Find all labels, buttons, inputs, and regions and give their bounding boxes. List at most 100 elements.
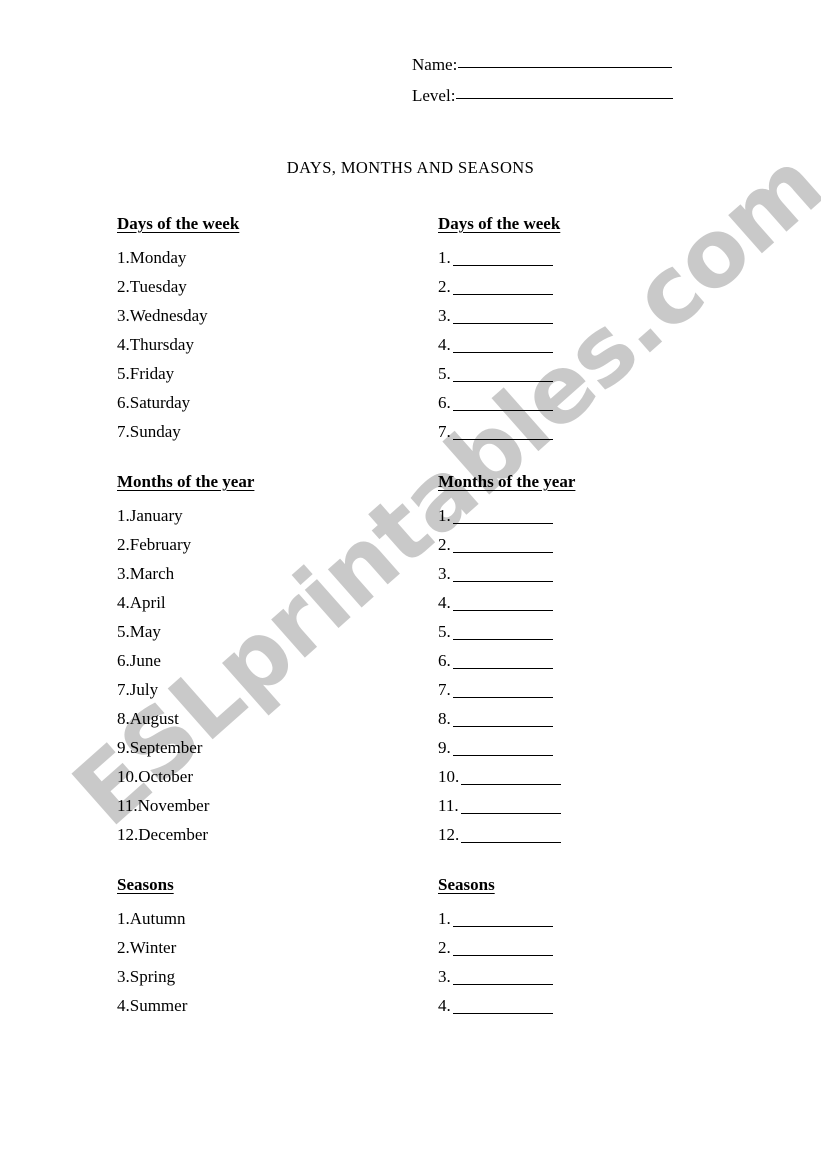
item-number: 4. xyxy=(117,593,130,612)
list-item: 4.Summer xyxy=(117,991,187,1020)
item-number: 1. xyxy=(117,248,130,267)
item-label: Winter xyxy=(129,938,177,957)
answer-input-line[interactable] xyxy=(461,842,562,843)
list-item: 3.Wednesday xyxy=(117,301,239,330)
item-number: 5. xyxy=(117,364,130,383)
list-item: 7.Sunday xyxy=(117,417,239,446)
answer-row: 10. xyxy=(438,762,575,791)
item-number: 6. xyxy=(117,651,130,670)
item-number: 1. xyxy=(117,909,130,928)
answer-row: 6. xyxy=(438,646,575,675)
answer-input-line[interactable] xyxy=(452,410,553,411)
answer-input-line[interactable] xyxy=(452,668,553,669)
answer-number: 4. xyxy=(438,996,451,1015)
item-number: 7. xyxy=(117,680,130,699)
months-list: 1.January 2.February 3.March 4.April 5.M… xyxy=(117,501,254,849)
level-input-line[interactable] xyxy=(456,98,674,99)
item-label: March xyxy=(129,564,175,583)
answer-row: 4. xyxy=(438,991,553,1020)
answer-number: 10. xyxy=(438,767,460,786)
answer-row: 11. xyxy=(438,791,575,820)
level-label: Level: xyxy=(412,86,456,105)
answer-input-line[interactable] xyxy=(452,294,553,295)
answer-input-line[interactable] xyxy=(452,352,553,353)
item-number: 4. xyxy=(117,996,130,1015)
item-label: November xyxy=(137,796,210,815)
answer-input-line[interactable] xyxy=(452,523,553,524)
answer-number: 6. xyxy=(438,651,451,670)
months-heading: Months of the year xyxy=(117,472,255,491)
answer-row: 3. xyxy=(438,559,575,588)
list-item: 2.Tuesday xyxy=(117,272,239,301)
list-item: 3.Spring xyxy=(117,962,187,991)
answer-input-line[interactable] xyxy=(452,323,553,324)
list-item: 6.June xyxy=(117,646,254,675)
section-days-reference: Days of the week 1.Monday 2.Tuesday 3.We… xyxy=(117,214,239,446)
list-item: 2.February xyxy=(117,530,254,559)
item-label: Spring xyxy=(129,967,176,986)
answer-input-line[interactable] xyxy=(452,581,553,582)
answer-row: 2. xyxy=(438,530,575,559)
item-label: Autumn xyxy=(129,909,186,928)
item-label: Sunday xyxy=(129,422,181,441)
answer-row: 7. xyxy=(438,417,560,446)
answer-number: 4. xyxy=(438,335,451,354)
item-number: 9. xyxy=(117,738,130,757)
name-input-line[interactable] xyxy=(458,67,673,68)
list-item: 9.September xyxy=(117,733,254,762)
answer-input-line[interactable] xyxy=(452,726,553,727)
answer-number: 7. xyxy=(438,680,451,699)
item-number: 5. xyxy=(117,622,130,641)
list-item: 3.March xyxy=(117,559,254,588)
item-number: 6. xyxy=(117,393,130,412)
list-item: 5.May xyxy=(117,617,254,646)
answer-number: 7. xyxy=(438,422,451,441)
item-label: Thursday xyxy=(129,335,194,354)
worksheet-title: DAYS, MONTHS AND SEASONS xyxy=(286,158,535,177)
answer-row: 7. xyxy=(438,675,575,704)
answer-number: 3. xyxy=(438,564,451,583)
answer-number: 11. xyxy=(438,796,459,815)
days-answer-list: 1. 2. 3. 4. 5. 6. 7. xyxy=(438,243,560,446)
answer-number: 1. xyxy=(438,506,451,525)
answer-input-line[interactable] xyxy=(452,984,553,985)
answer-input-line[interactable] xyxy=(452,955,553,956)
item-number: 3. xyxy=(117,967,130,986)
answer-row: 3. xyxy=(438,962,553,991)
answer-input-line[interactable] xyxy=(452,697,553,698)
answer-input-line[interactable] xyxy=(452,381,553,382)
section-months-answers: Months of the year 1. 2. 3. 4. 5. 6. 7. … xyxy=(438,472,575,849)
answer-number: 5. xyxy=(438,364,451,383)
item-number: 8. xyxy=(117,709,130,728)
answer-input-line[interactable] xyxy=(460,813,561,814)
answer-input-line[interactable] xyxy=(452,755,553,756)
item-label: January xyxy=(129,506,183,525)
answer-input-line[interactable] xyxy=(452,552,553,553)
answer-input-line[interactable] xyxy=(452,610,553,611)
answer-row: 12. xyxy=(438,820,575,849)
months-answer-heading: Months of the year xyxy=(438,472,576,491)
list-item: 1.January xyxy=(117,501,254,530)
item-label: Saturday xyxy=(129,393,191,412)
answer-input-line[interactable] xyxy=(452,926,553,927)
answer-row: 9. xyxy=(438,733,575,762)
seasons-list: 1.Autumn 2.Winter 3.Spring 4.Summer xyxy=(117,904,187,1020)
name-label: Name: xyxy=(412,55,458,74)
list-item: 1.Monday xyxy=(117,243,239,272)
list-item: 6.Saturday xyxy=(117,388,239,417)
days-heading: Days of the week xyxy=(117,214,240,233)
list-item: 1.Autumn xyxy=(117,904,187,933)
item-label: June xyxy=(129,651,161,670)
list-item: 4.Thursday xyxy=(117,330,239,359)
answer-input-line[interactable] xyxy=(452,439,553,440)
answer-input-line[interactable] xyxy=(461,784,562,785)
answer-input-line[interactable] xyxy=(452,639,553,640)
item-label: December xyxy=(138,825,209,844)
answer-input-line[interactable] xyxy=(452,265,553,266)
item-label: July xyxy=(129,680,159,699)
worksheet-page: ESLprintables.com Name: Level: DAYS, MON… xyxy=(0,0,821,1169)
item-label: Wednesday xyxy=(129,306,208,325)
answer-input-line[interactable] xyxy=(452,1013,553,1014)
answer-row: 5. xyxy=(438,359,560,388)
answer-row: 8. xyxy=(438,704,575,733)
